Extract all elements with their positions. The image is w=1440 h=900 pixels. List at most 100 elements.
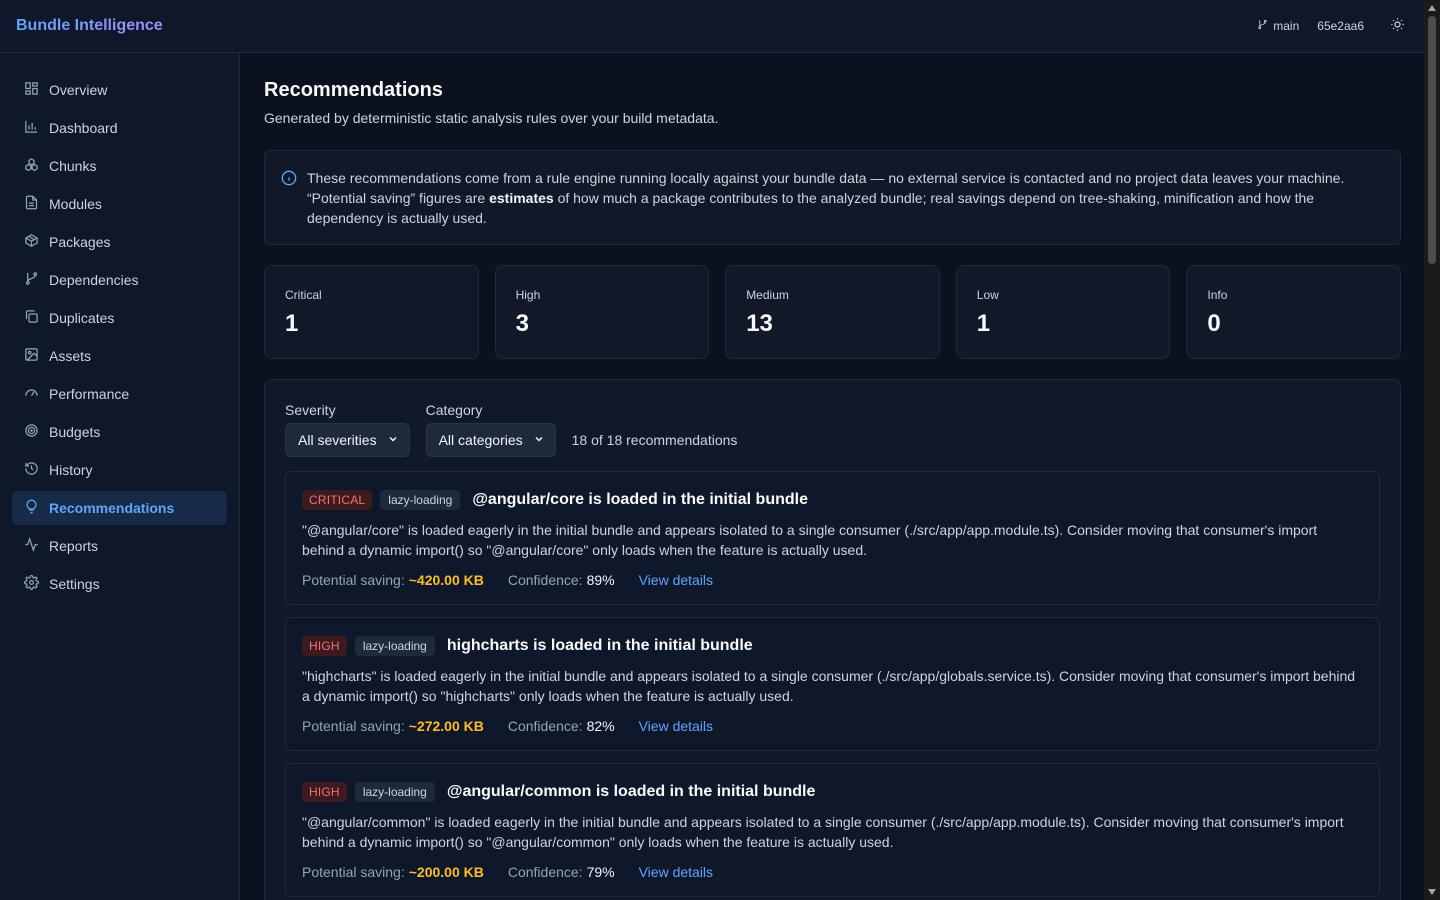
stat-value: 13 [746,310,773,337]
sidebar-item-label: Assets [49,348,92,364]
confidence-value: 82% [586,718,615,734]
stat-label: Info [1207,288,1228,302]
severity-badge: HIGH [302,782,347,802]
branch-indicator: main [1257,19,1299,33]
stat-label: Critical [285,288,322,302]
category-badge: lazy-loading [354,636,435,656]
severity-filter-label: Severity [285,402,336,418]
saving-label: Potential saving: [302,864,405,880]
stat-label: Low [976,288,999,302]
confidence-label: Confidence: [507,864,583,880]
severity-badge: CRITICAL [302,490,373,510]
saving-value: ~420.00 KB [408,572,484,588]
sidebar-item-label: Settings [49,576,100,592]
sidebar-item-budgets[interactable]: Budgets [12,415,227,449]
recommendation-meta: Potential saving: ~272.00 KB Confidence:… [302,718,1363,734]
sidebar-item-performance[interactable]: Performance [12,377,227,411]
sidebar-item-label: Chunks [49,158,97,174]
result-count: 18 of 18 recommendations [571,432,738,448]
recommendation-description: "highcharts" is loaded eagerly in the in… [302,668,1356,704]
page-title: Recommendations [264,79,443,101]
sidebar-item-label: Recommendations [49,500,175,516]
category-filter: Category All categories [425,402,556,457]
view-details-link[interactable]: View details [639,718,713,734]
gauge-icon [24,385,39,403]
stat-value: 1 [285,310,299,337]
sun-icon [1390,17,1405,35]
stat-card-info: Info 0 [1186,265,1401,359]
recommendation-meta: Potential saving: ~200.00 KB Confidence:… [302,864,1363,880]
commit-hash: 65e2aa6 [1317,19,1364,33]
card-header: CRITICAL lazy-loading @angular/core is l… [302,490,1363,510]
branch-name: main [1273,19,1300,33]
confidence-label: Confidence: [507,718,583,734]
category-badge: lazy-loading [354,782,435,802]
app-title[interactable]: Bundle Intelligence [16,17,163,35]
severity-select[interactable]: All severities [285,423,410,457]
page-scrollbar[interactable] [1424,0,1440,900]
scrollbar-thumb[interactable] [1428,16,1436,264]
saving-label: Potential saving: [302,718,405,734]
info-notice: These recommendations come from a rule e… [264,150,1401,245]
sidebar-item-label: Dependencies [49,272,139,288]
top-bar-right: main 65e2aa6 [1257,15,1408,37]
scroll-down-arrow-icon[interactable] [1424,884,1440,900]
category-select[interactable]: All categories [425,423,556,457]
stat-card-low: Low 1 [955,265,1171,359]
category-badge: lazy-loading [380,490,461,510]
stat-card-critical: Critical 1 [264,265,479,359]
view-details-link[interactable]: View details [639,572,713,588]
scroll-up-arrow-icon[interactable] [1424,0,1440,16]
sidebar-item-reports[interactable]: Reports [12,529,227,563]
sidebar-item-packages[interactable]: Packages [12,225,227,259]
recommendations-panel: Severity All severities Category All cat… [264,379,1401,900]
sidebar-item-dependencies[interactable]: Dependencies [12,263,227,297]
copy-icon [24,309,39,327]
info-text-bold: estimates [489,190,554,206]
sidebar-item-recommendations[interactable]: Recommendations [12,491,227,525]
sidebar-item-label: Performance [49,386,130,402]
branch-icon [24,271,39,289]
info-text: These recommendations come from a rule e… [307,168,1380,228]
recommendation-description: "@angular/common" is loaded eagerly in t… [302,814,1344,850]
confidence-value: 89% [586,572,615,588]
info-icon [281,168,297,228]
confidence-value: 79% [586,864,615,880]
stat-label: Medium [746,288,789,302]
theme-toggle-button[interactable] [1386,15,1408,37]
image-icon [24,347,39,365]
category-select-value: All categories [438,432,523,448]
sidebar-item-label: Packages [49,234,111,250]
sidebar-item-chunks[interactable]: Chunks [12,149,227,183]
chunks-icon [24,157,39,175]
severity-badge: HIGH [302,636,347,656]
saving-value: ~272.00 KB [408,718,484,734]
chevron-down-icon [387,432,399,448]
overview-icon [24,81,39,99]
sidebar-item-settings[interactable]: Settings [12,567,227,601]
activity-icon [24,536,39,555]
sidebar-item-label: Reports [49,538,99,554]
card-header: HIGH lazy-loading highcharts is loaded i… [302,636,1363,656]
sidebar-item-history[interactable]: History [12,453,227,487]
recommendation-title: @angular/common is loaded in the initial… [446,783,816,800]
sidebar-item-dashboard[interactable]: Dashboard [12,111,227,145]
severity-filter: Severity All severities [285,402,410,457]
chevron-down-icon [533,432,545,448]
file-icon [24,195,39,213]
main-content: Recommendations Generated by determinist… [240,53,1424,900]
saving-label: Potential saving: [302,572,405,588]
stat-value: 3 [515,310,529,337]
sidebar-item-duplicates[interactable]: Duplicates [12,301,227,335]
gear-icon [24,575,39,593]
bar-chart-icon [24,119,39,137]
view-details-link[interactable]: View details [639,864,713,880]
recommendation-description: "@angular/core" is loaded eagerly in the… [302,522,1318,558]
recommendation-title: highcharts is loaded in the initial bund… [446,637,753,654]
sidebar-item-modules[interactable]: Modules [12,187,227,221]
sidebar-item-label: Overview [49,82,108,98]
sidebar-item-overview[interactable]: Overview [12,73,227,107]
sidebar: Overview Dashboard Chunks Modules Packag… [0,53,240,900]
saving-value: ~200.00 KB [408,864,484,880]
sidebar-item-assets[interactable]: Assets [12,339,227,373]
